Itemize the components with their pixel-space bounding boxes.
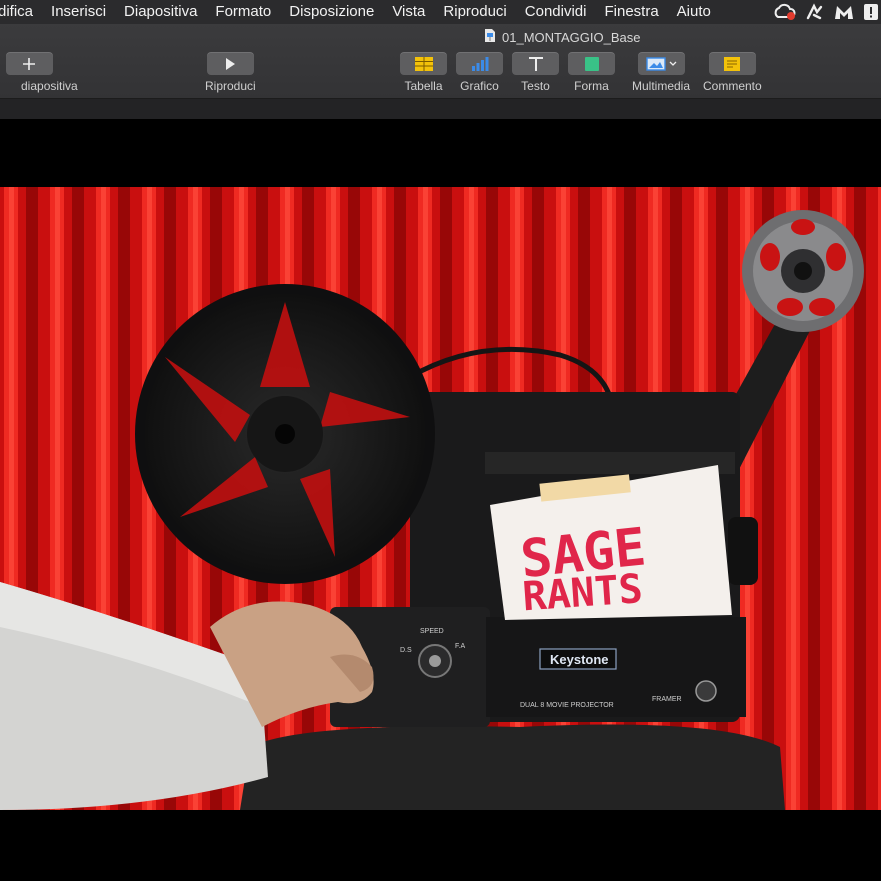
- media-icon: [645, 56, 666, 71]
- keynote-document-icon: [484, 28, 496, 46]
- play-label: Riproduci: [205, 79, 256, 93]
- format-strip: [0, 99, 881, 119]
- sign-line-2: RANTS: [521, 566, 644, 620]
- menu-arrange[interactable]: Disposizione: [280, 0, 383, 24]
- chair: [240, 724, 785, 810]
- toolbar: 01_MONTAGGIO_Base diapositiva Riproduci …: [0, 24, 881, 99]
- slide-video[interactable]: SAGE RANTS Keystone DUAL 8 MOVIE PROJECT…: [0, 187, 881, 810]
- menu-bar: difica Inserisci Diapositiva Formato Dis…: [0, 0, 881, 24]
- text-icon: [528, 56, 543, 71]
- menu-share[interactable]: Condividi: [516, 0, 596, 24]
- comment-button[interactable]: Commento: [703, 52, 762, 93]
- menu-edit[interactable]: difica: [0, 0, 42, 24]
- brand-label: Keystone: [550, 652, 609, 667]
- malwarebytes-icon[interactable]: [833, 3, 855, 21]
- speed-mark-ds: D.S: [400, 647, 412, 654]
- framer-knob: [695, 680, 717, 702]
- speed-mark-fa: F.A: [455, 643, 465, 650]
- menu-play[interactable]: Riproduci: [434, 0, 515, 24]
- add-slide-label: diapositiva: [21, 79, 78, 93]
- document-title: 01_MONTAGGIO_Base: [484, 28, 640, 46]
- document-title-text: 01_MONTAGGIO_Base: [502, 29, 641, 45]
- table-icon: [414, 56, 433, 71]
- alert-icon[interactable]: [863, 3, 879, 21]
- menu-view[interactable]: Vista: [383, 0, 434, 24]
- shape-label: Forma: [574, 79, 609, 93]
- play-icon: [226, 57, 236, 70]
- play-button[interactable]: Riproduci: [205, 52, 256, 93]
- media-button[interactable]: Multimedia: [632, 52, 690, 93]
- rear-reel: [742, 210, 864, 332]
- model-label: DUAL 8 MOVIE PROJECTOR: [520, 702, 614, 709]
- chart-label: Grafico: [460, 79, 499, 93]
- menu-format[interactable]: Formato: [206, 0, 280, 24]
- creative-cloud-icon[interactable]: [773, 3, 797, 21]
- chart-button[interactable]: Grafico: [456, 52, 503, 93]
- table-label: Tabella: [404, 79, 443, 93]
- chevron-down-icon: [669, 61, 676, 66]
- comment-icon: [724, 56, 741, 71]
- comment-label: Commento: [703, 79, 762, 93]
- script-icon[interactable]: [805, 3, 825, 21]
- text-label: Testo: [521, 79, 550, 93]
- plus-icon: [23, 57, 36, 70]
- menu-insert[interactable]: Inserisci: [42, 0, 115, 24]
- text-button[interactable]: Testo: [512, 52, 559, 93]
- media-label: Multimedia: [632, 79, 691, 93]
- menu-window[interactable]: Finestra: [595, 0, 667, 24]
- projector-scene: SAGE RANTS Keystone DUAL 8 MOVIE PROJECT…: [0, 187, 881, 810]
- status-icons: [773, 0, 881, 24]
- shape-button[interactable]: Forma: [568, 52, 615, 93]
- table-button[interactable]: Tabella: [400, 52, 447, 93]
- chart-icon: [471, 56, 488, 71]
- menu-help[interactable]: Aiuto: [668, 0, 720, 24]
- speed-label: SPEED: [420, 628, 444, 635]
- menu-slide[interactable]: Diapositiva: [115, 0, 206, 24]
- framer-label: FRAMER: [652, 696, 682, 703]
- shape-icon: [584, 56, 599, 71]
- add-slide-button[interactable]: diapositiva: [0, 52, 78, 93]
- slide-canvas[interactable]: SAGE RANTS Keystone DUAL 8 MOVIE PROJECT…: [0, 120, 881, 881]
- front-reel: [135, 284, 435, 584]
